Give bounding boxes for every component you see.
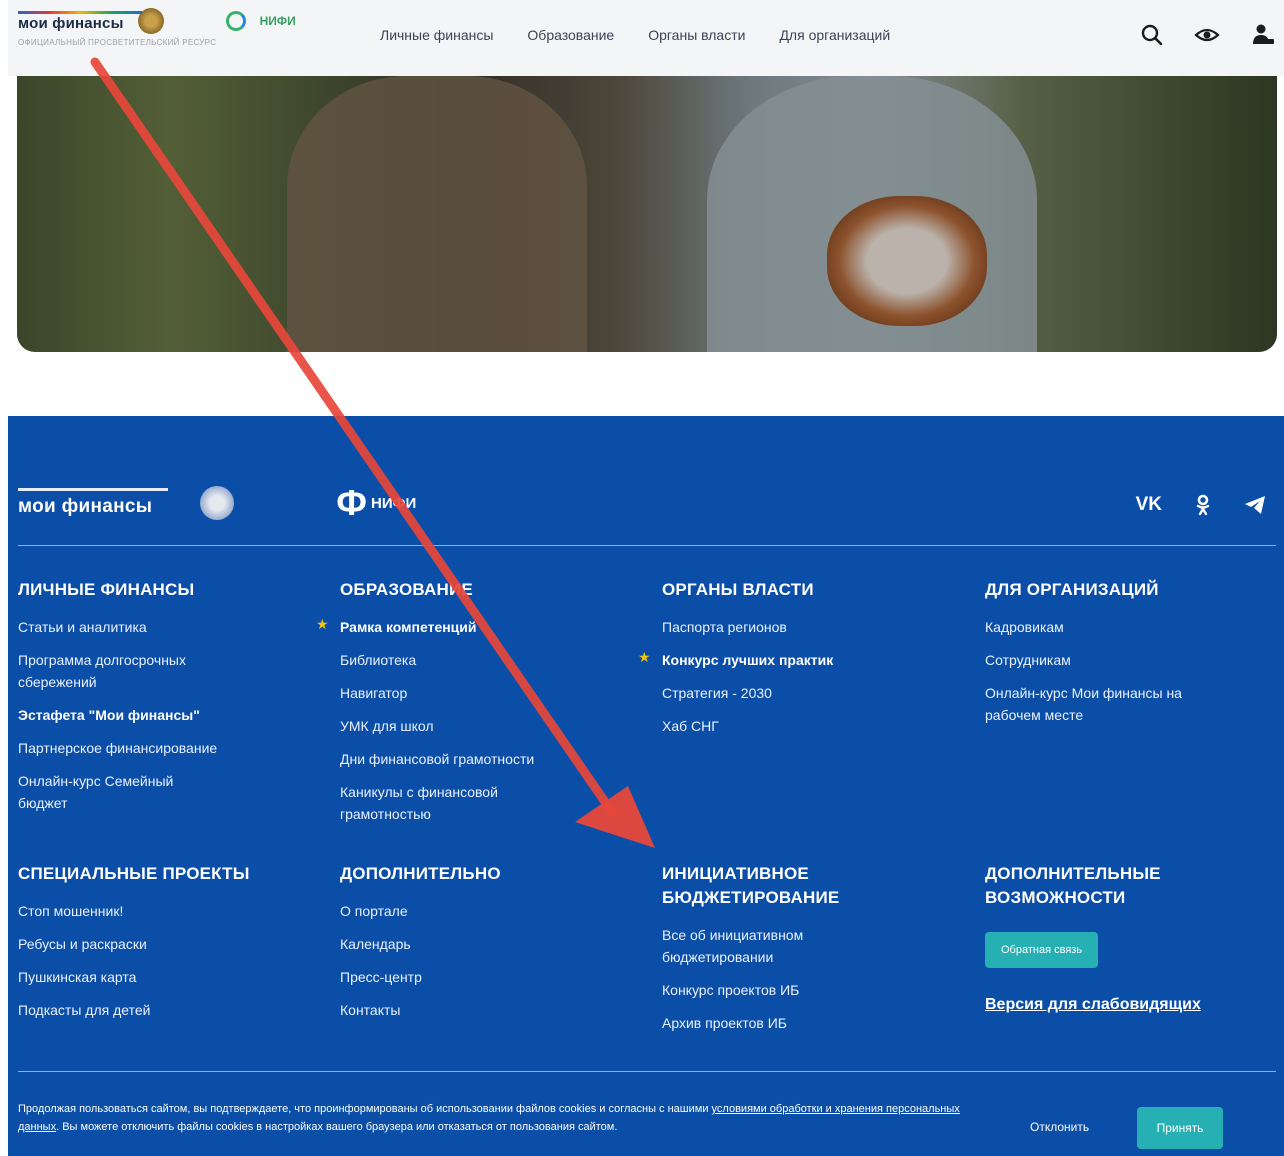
footer-link[interactable]: Пушкинская карта xyxy=(18,966,318,988)
footer-link[interactable]: УМК для школ xyxy=(340,715,640,737)
hero-image xyxy=(17,76,1277,352)
logo-text: мои финансы xyxy=(18,10,142,32)
footer-link[interactable]: Навигатор xyxy=(340,682,640,704)
footer-link[interactable]: Онлайн-курс Мои финансы на рабочем месте xyxy=(985,682,1235,726)
cookie-text: Продолжая пользоваться сайтом, вы подтве… xyxy=(18,1103,712,1115)
social-links: VK xyxy=(1136,494,1266,516)
footer-section-special-projects: СПЕЦИАЛЬНЫЕ ПРОЕКТЫ Стоп мошенник! Ребус… xyxy=(18,862,318,1032)
section-title: ОРГАНЫ ВЛАСТИ xyxy=(662,580,814,599)
header-icons xyxy=(1140,22,1276,48)
footer-link[interactable]: Каникулы с финансовой грамотностью xyxy=(340,781,560,825)
footer-link[interactable]: Ребусы и раскраски xyxy=(18,933,318,955)
nav-organizations[interactable]: Для организаций xyxy=(779,27,890,43)
footer-nifi-label: НИФИ xyxy=(371,494,417,512)
nifi-label: НИФИ xyxy=(259,14,296,28)
logo-subtitle: ОФИЦИАЛЬНЫЙ ПРОСВЕТИТЕЛЬСКИЙ РЕСУРС xyxy=(18,38,217,47)
footer-link[interactable]: Подкасты для детей xyxy=(18,999,318,1021)
cookie-text-end: . Вы можете отключить файлы cookies в на… xyxy=(56,1121,618,1133)
footer-link[interactable]: О портале xyxy=(340,900,640,922)
section-title: ДЛЯ ОРГАНИЗАЦИЙ xyxy=(985,580,1159,599)
footer-link[interactable]: Пресс-центр xyxy=(340,966,640,988)
footer-link[interactable]: Стратегия - 2030 xyxy=(662,682,962,704)
footer-section-personal-finance: ЛИЧНЫЕ ФИНАНСЫ Статьи и аналитика Програ… xyxy=(18,578,318,825)
footer-link[interactable]: Онлайн-курс Семейный бюджет xyxy=(18,770,178,814)
footer-link[interactable]: Библиотека xyxy=(340,649,640,671)
footer-section-initiative-budgeting: ИНИЦИАТИВНОЕ БЮДЖЕТИРОВАНИЕ Все об иници… xyxy=(662,862,962,1045)
star-icon: ★ xyxy=(638,649,651,665)
user-icon[interactable] xyxy=(1250,22,1276,48)
footer-logo-text[interactable]: мои финансы xyxy=(18,488,169,518)
footer-link[interactable]: Конкурс проектов ИБ xyxy=(662,979,962,1001)
site-footer: мои финансы Ф НИФИ VK ЛИЧНЫЕ ФИНАНСЫ Ста… xyxy=(8,416,1284,1156)
ok-icon[interactable] xyxy=(1196,494,1210,516)
footer-link[interactable]: Программа долгосрочных сбережений xyxy=(18,649,248,693)
minfin-label xyxy=(178,18,212,25)
footer-minfin-emblem-icon[interactable] xyxy=(200,486,235,520)
footer-minfin-label xyxy=(244,500,290,507)
telegram-icon[interactable] xyxy=(1244,495,1266,515)
footer-section-extra-options: ДОПОЛНИТЕЛЬНЫЕ ВОЗМОЖНОСТИ Обратная связ… xyxy=(985,862,1284,1014)
cookie-notice: Продолжая пользоваться сайтом, вы подтве… xyxy=(18,1100,978,1136)
footer-link[interactable]: Календарь xyxy=(340,933,640,955)
search-icon[interactable] xyxy=(1140,23,1164,47)
section-title: ДОПОЛНИТЕЛЬНО xyxy=(340,864,501,883)
footer-link[interactable]: Хаб СНГ xyxy=(662,715,962,737)
vk-icon[interactable]: VK xyxy=(1136,494,1162,516)
star-icon: ★ xyxy=(316,616,329,632)
low-vision-link[interactable]: Версия для слабовидящих xyxy=(985,996,1284,1014)
section-title: ИНИЦИАТИВНОЕ БЮДЖЕТИРОВАНИЕ xyxy=(662,864,840,907)
section-title: ДОПОЛНИТЕЛЬНЫЕ ВОЗМОЖНОСТИ xyxy=(985,864,1161,907)
footer-logos: мои финансы Ф НИФИ xyxy=(18,485,417,521)
nav-authorities[interactable]: Органы власти xyxy=(648,27,745,43)
footer-link[interactable]: Статьи и аналитика xyxy=(18,616,258,638)
footer-link[interactable]: Конкурс лучших практик xyxy=(662,649,962,671)
top-navigation: Личные финансы Образование Органы власти… xyxy=(380,27,924,43)
footer-link[interactable]: Рамка компетенций xyxy=(340,616,640,638)
feedback-button[interactable]: Обратная связь xyxy=(985,932,1099,968)
nav-education[interactable]: Образование xyxy=(527,27,614,43)
footer-link[interactable]: Архив проектов ИБ xyxy=(662,1012,962,1034)
footer-section-education: ОБРАЗОВАНИЕ ★ Рамка компетенций Библиоте… xyxy=(316,578,640,836)
header-logo[interactable]: мои финансы НИФИ ОФИЦИАЛЬНЫЙ ПРОСВЕТИТЕЛ… xyxy=(18,8,348,47)
footer-section-organizations: ДЛЯ ОРГАНИЗАЦИЙ Кадровикам Сотрудникам О… xyxy=(985,578,1284,737)
footer-link[interactable]: Сотрудникам xyxy=(985,649,1284,671)
footer-nifi-logo-icon[interactable]: Ф xyxy=(336,485,367,521)
footer-link[interactable]: Контакты xyxy=(340,999,640,1021)
footer-link[interactable]: Партнерское финансирование xyxy=(18,737,318,759)
footer-link[interactable]: Кадровикам xyxy=(985,616,1284,638)
section-title: СПЕЦИАЛЬНЫЕ ПРОЕКТЫ xyxy=(18,864,250,883)
footer-link[interactable]: Стоп мошенник! xyxy=(18,900,318,922)
footer-section-authorities: ОРГАНЫ ВЛАСТИ Паспорта регионов ★ Конкур… xyxy=(638,578,962,748)
cookie-accept-button[interactable]: Принять xyxy=(1137,1107,1223,1149)
footer-link[interactable]: Дни финансовой грамотности xyxy=(340,748,640,770)
footer-link[interactable]: Все об инициативном бюджетировании xyxy=(662,924,862,968)
footer-divider-top xyxy=(18,545,1276,546)
footer-link[interactable]: Паспорта регионов xyxy=(662,616,962,638)
eye-icon[interactable] xyxy=(1194,23,1220,47)
nifi-logo-icon xyxy=(225,11,246,31)
cookie-decline-button[interactable]: Отклонить xyxy=(1030,1120,1089,1134)
footer-section-additional: ДОПОЛНИТЕЛЬНО О портале Календарь Пресс-… xyxy=(340,862,640,1032)
footer-divider-bottom xyxy=(18,1071,1276,1072)
site-header: мои финансы НИФИ ОФИЦИАЛЬНЫЙ ПРОСВЕТИТЕЛ… xyxy=(8,0,1284,76)
section-title: ЛИЧНЫЕ ФИНАНСЫ xyxy=(18,580,195,599)
nav-personal-finance[interactable]: Личные финансы xyxy=(380,27,493,43)
section-title: ОБРАЗОВАНИЕ xyxy=(340,580,473,599)
footer-link[interactable]: Эстафета "Мои финансы" xyxy=(18,704,318,726)
